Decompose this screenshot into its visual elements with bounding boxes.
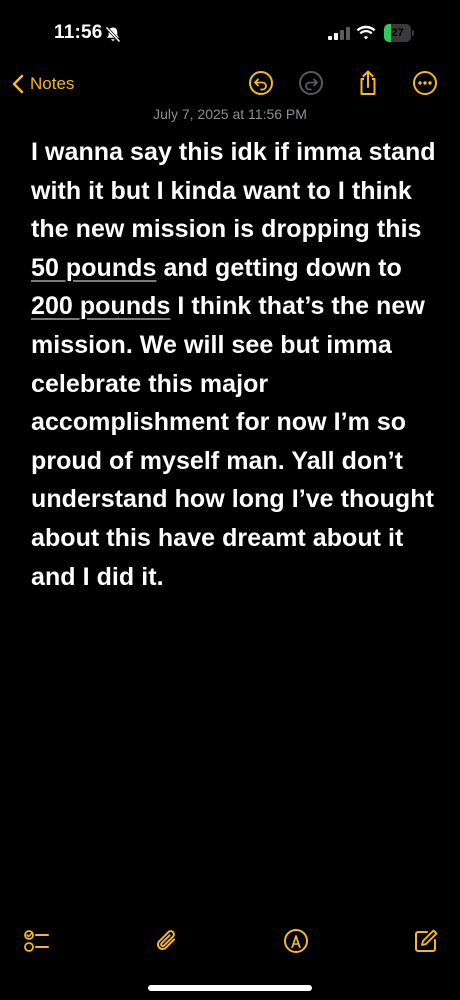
bottom-toolbar: [0, 920, 460, 964]
note-text-1: I wanna say this idk if imma stand with …: [31, 138, 443, 244]
checklist-icon[interactable]: [21, 926, 51, 956]
bell-slash-icon: [105, 26, 121, 43]
more-icon[interactable]: [410, 68, 440, 98]
compose-icon[interactable]: [411, 926, 441, 956]
note-body[interactable]: I wanna say this idk if imma stand with …: [31, 133, 441, 596]
note-text-3: I think that’s the new mission. We will …: [31, 292, 441, 591]
undo-icon[interactable]: [246, 68, 276, 98]
status-time: 11:56: [54, 22, 103, 43]
redo-icon[interactable]: [296, 68, 326, 98]
cellular-signal-icon: [328, 27, 350, 40]
paperclip-icon[interactable]: [152, 926, 182, 956]
note-link-50-pounds[interactable]: 50 pounds: [31, 254, 156, 282]
nav-bar: Notes: [0, 64, 460, 104]
note-link-200-pounds[interactable]: 200 pounds: [31, 292, 170, 320]
status-bar: 11:56 27: [0, 0, 460, 64]
chevron-left-icon: [12, 74, 24, 94]
share-icon[interactable]: [353, 68, 383, 98]
battery-icon: 27: [384, 24, 414, 42]
wifi-icon: [356, 25, 376, 40]
note-date: July 7, 2025 at 11:56 PM: [153, 106, 307, 122]
back-label: Notes: [30, 74, 75, 93]
note-text-2: and getting down to: [156, 253, 409, 282]
back-button[interactable]: Notes: [12, 70, 74, 98]
home-indicator[interactable]: [148, 985, 312, 991]
battery-level: 27: [391, 27, 404, 39]
markup-icon[interactable]: [281, 926, 311, 956]
